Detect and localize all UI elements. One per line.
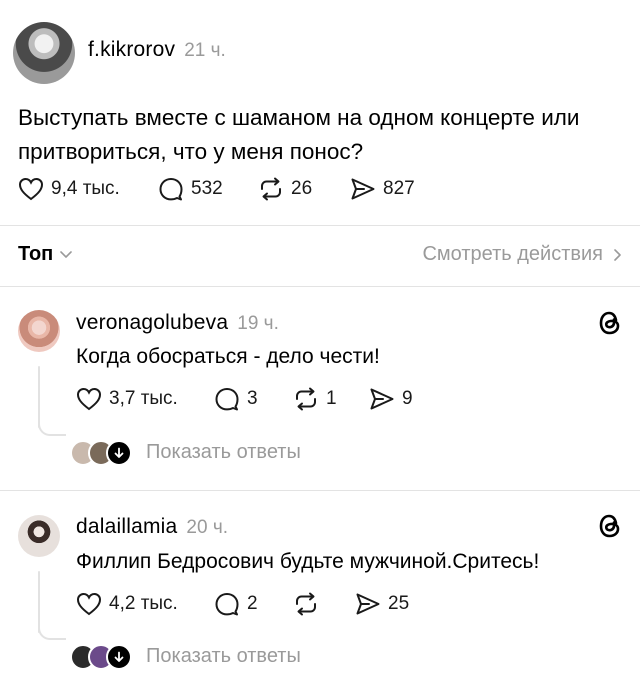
- show-replies-link[interactable]: Показать ответы: [146, 645, 301, 668]
- heart-icon: [76, 592, 102, 616]
- reply-avatar[interactable]: [18, 515, 60, 557]
- post-author-username[interactable]: f.kikrorov: [88, 38, 175, 62]
- post-share-count: 827: [383, 178, 415, 199]
- reply-like-button[interactable]: 4,2 тыс.: [76, 592, 178, 616]
- reply-comment-button[interactable]: 2: [214, 592, 258, 616]
- arrow-down-icon: [114, 651, 124, 662]
- post-timestamp: 21 ч.: [184, 40, 226, 61]
- author-avatar[interactable]: [13, 22, 75, 84]
- send-icon: [356, 593, 380, 615]
- heart-icon: [76, 387, 102, 411]
- view-activity-label: Смотреть действия: [422, 243, 603, 265]
- reply-repost-button[interactable]: 1: [293, 387, 337, 411]
- post-text-line-2: притвориться, что у меня понос?: [18, 139, 364, 164]
- reply-like-button[interactable]: 3,7 тыс.: [76, 387, 178, 411]
- reply-share-count: 25: [388, 593, 410, 614]
- reply-avatar[interactable]: [18, 310, 60, 352]
- arrow-down-circle-icon: [106, 440, 132, 466]
- speech-bubble-icon: [159, 178, 183, 201]
- repost-icon: [261, 177, 281, 201]
- chevron-right-icon: [614, 248, 621, 261]
- post-like-count: 9,4 тыс.: [51, 178, 120, 199]
- reply-text: Филлип Бедросович будьте мужчиной.Сритес…: [76, 550, 540, 573]
- threads-logo-icon[interactable]: [597, 309, 623, 337]
- reply-author-username[interactable]: veronagolubeva: [76, 311, 228, 335]
- reply-comment-count: 3: [247, 388, 258, 409]
- post-text: Выступать вместе с шаманом на одном конц…: [18, 101, 618, 169]
- reply-repost-count: 1: [326, 388, 337, 409]
- send-icon: [351, 178, 375, 200]
- send-icon: [370, 388, 394, 410]
- repost-icon: [296, 592, 316, 616]
- reply-timestamp: 20 ч.: [186, 517, 229, 538]
- reply-share-button[interactable]: 9: [369, 387, 413, 411]
- arrow-down-circle-icon: [106, 644, 132, 670]
- post-like-button[interactable]: 9,4 тыс.: [18, 177, 120, 201]
- post-comment-button[interactable]: 532: [158, 177, 223, 201]
- post-header: f.kikrorov 21 ч.: [88, 38, 226, 62]
- speech-bubble-icon: [215, 388, 239, 411]
- divider: [0, 225, 640, 226]
- speech-bubble-icon: [215, 593, 239, 616]
- repost-icon: [296, 387, 316, 411]
- thread-line: [38, 366, 40, 428]
- heart-icon: [18, 177, 44, 201]
- reply-avatars-stack: [70, 440, 132, 466]
- post-comment-count: 532: [191, 178, 223, 199]
- reply-author-username[interactable]: dalaillamia: [76, 515, 177, 539]
- reply-text: Когда обосраться - дело чести!: [76, 345, 380, 368]
- reply-header: dalaillamia 20 ч.: [76, 515, 228, 539]
- arrow-down-icon: [114, 447, 124, 458]
- thread-line-curve: [38, 420, 66, 436]
- thread-line-curve: [38, 624, 66, 640]
- post-repost-count: 26: [291, 178, 313, 199]
- reply-avatars-stack: [70, 644, 132, 670]
- show-replies-link[interactable]: Показать ответы: [146, 441, 301, 464]
- reply-like-count: 3,7 тыс.: [109, 388, 178, 409]
- reply-share-count: 9: [402, 388, 413, 409]
- sort-dropdown[interactable]: Топ: [18, 243, 73, 266]
- reply-comment-count: 2: [247, 593, 258, 614]
- view-activity-link[interactable]: Смотреть действия: [422, 243, 622, 266]
- divider: [0, 490, 640, 491]
- reply-share-button[interactable]: 25: [355, 592, 409, 616]
- post-share-button[interactable]: 827: [350, 177, 415, 201]
- chevron-down-icon: [60, 250, 73, 258]
- reply-header: veronagolubeva 19 ч.: [76, 311, 279, 335]
- reply-comment-button[interactable]: 3: [214, 387, 258, 411]
- post-text-line-1: Выступать вместе с шаманом на одном конц…: [18, 105, 580, 130]
- reply-like-count: 4,2 тыс.: [109, 593, 178, 614]
- threads-logo-icon[interactable]: [597, 512, 623, 540]
- sort-label: Топ: [18, 243, 54, 265]
- reply-repost-button[interactable]: [293, 592, 326, 616]
- reply-timestamp: 19 ч.: [237, 313, 279, 334]
- divider: [0, 286, 640, 287]
- post-repost-button[interactable]: 26: [258, 177, 312, 201]
